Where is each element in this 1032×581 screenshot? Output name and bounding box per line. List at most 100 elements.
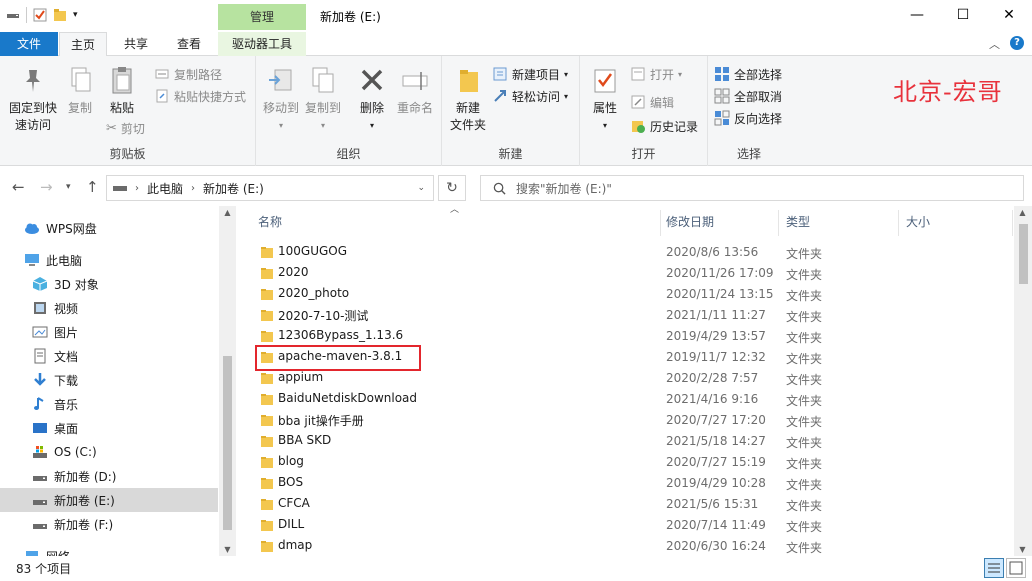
file-name: bba jit操作手册 <box>278 414 364 428</box>
rename-button[interactable]: 重命名 <box>394 64 436 117</box>
file-list-scrollbar-thumb[interactable] <box>1019 224 1028 284</box>
pin-quick-access-button[interactable]: 固定到快 速访问 <box>6 64 60 134</box>
file-row[interactable]: 100GUGOG 2020/8/6 13:56 文件夹 <box>236 242 1014 263</box>
tab-home[interactable]: 主页 <box>59 32 107 57</box>
back-arrow-icon[interactable]: ← <box>12 178 25 196</box>
tab-file[interactable]: 文件 <box>0 32 58 56</box>
scroll-up-icon[interactable]: ▲ <box>1014 208 1031 217</box>
edit-button[interactable]: 编辑 <box>630 92 674 112</box>
easy-access-button[interactable]: 轻松访问 ▾ <box>492 86 568 106</box>
context-tab-manage[interactable]: 管理 <box>218 4 306 30</box>
nav-scrollbar[interactable]: ▲ ▼ <box>219 206 236 556</box>
move-to-button[interactable]: 移动到 ▾ <box>262 64 300 134</box>
group-select: 全部选择 全部取消 反向选择 选择 <box>708 56 790 166</box>
properties-check-icon[interactable] <box>33 8 47 22</box>
maximize-button[interactable]: ☐ <box>940 0 986 30</box>
group-label-new: 新建 <box>498 147 523 161</box>
nav-item-documents[interactable]: 文档 <box>0 344 218 368</box>
breadcrumb-this-pc[interactable]: 此电脑 <box>147 180 183 197</box>
properties-button[interactable]: 属性 ▾ <box>588 64 622 134</box>
copy-button[interactable]: 复制 <box>62 64 98 117</box>
search-input[interactable]: 搜索"新加卷 (E:)" <box>480 175 1024 201</box>
copy-path-button[interactable]: 复制路径 <box>154 64 222 84</box>
nav-item-drive-e[interactable]: 新加卷 (E:) <box>0 488 218 512</box>
select-all-button[interactable]: 全部选择 <box>714 64 782 84</box>
breadcrumb-drive-e[interactable]: 新加卷 (E:) <box>203 180 264 197</box>
invert-selection-button[interactable]: 反向选择 <box>714 108 782 128</box>
file-row[interactable]: 2020-7-10-测试 2021/1/11 11:27 文件夹 <box>236 305 1014 326</box>
file-row[interactable]: 2020 2020/11/26 17:09 文件夹 <box>236 263 1014 284</box>
address-dropdown-icon[interactable]: ⌄ <box>417 183 425 193</box>
open-button[interactable]: 打开 ▾ <box>630 64 682 84</box>
address-bar[interactable]: › 此电脑 › 新加卷 (E:) ⌄ <box>106 175 434 201</box>
refresh-button[interactable]: ↻ <box>438 175 466 201</box>
file-row[interactable]: blog 2020/7/27 15:19 文件夹 <box>236 452 1014 473</box>
nav-item-drive-f[interactable]: 新加卷 (F:) <box>0 512 218 536</box>
tab-view[interactable]: 查看 <box>165 32 213 56</box>
file-list-scrollbar[interactable]: ▲ ▼ <box>1014 206 1032 556</box>
file-row[interactable]: appium 2020/2/28 7:57 文件夹 <box>236 368 1014 389</box>
tab-share[interactable]: 共享 <box>112 32 160 56</box>
file-row[interactable]: BaiduNetdiskDownload 2021/4/16 9:16 文件夹 <box>236 389 1014 410</box>
delete-button[interactable]: 删除 ▾ <box>354 64 390 134</box>
nav-item-this-pc[interactable]: 此电脑 <box>0 248 218 272</box>
file-row[interactable]: bba jit操作手册 2020/7/27 17:20 文件夹 <box>236 410 1014 431</box>
nav-item-desktop[interactable]: 桌面 <box>0 416 218 440</box>
file-row[interactable]: 12306Bypass_1.13.6 2019/4/29 13:57 文件夹 <box>236 326 1014 347</box>
cut-button[interactable]: ✂ 剪切 <box>106 118 145 138</box>
delete-x-icon <box>361 69 383 91</box>
column-header-size[interactable]: 大小 <box>906 206 930 238</box>
drive-icon[interactable] <box>6 8 20 22</box>
close-button[interactable]: ✕ <box>986 0 1032 30</box>
file-row[interactable]: DILL 2020/7/14 11:49 文件夹 <box>236 515 1014 536</box>
new-folder-button[interactable]: 新建 文件夹 <box>448 64 488 134</box>
nav-item-os-c[interactable]: OS (C:) <box>0 440 218 464</box>
column-divider[interactable] <box>898 210 899 236</box>
new-folder-icon[interactable] <box>53 8 67 22</box>
tab-drive-tools[interactable]: 驱动器工具 <box>218 32 306 56</box>
paste-button[interactable]: 粘贴 <box>104 64 140 117</box>
select-none-button[interactable]: 全部取消 <box>714 86 782 106</box>
nav-item-music[interactable]: 音乐 <box>0 392 218 416</box>
nav-item-videos[interactable]: 视频 <box>0 296 218 320</box>
file-date: 2020/11/26 17:09 <box>666 266 774 280</box>
recent-dropdown-icon[interactable]: ▾ <box>66 182 71 192</box>
scroll-down-icon[interactable]: ▼ <box>1014 545 1031 554</box>
column-header-name[interactable]: 名称 <box>258 206 282 238</box>
nav-item-pictures[interactable]: 图片 <box>0 320 218 344</box>
qat-dropdown-icon[interactable]: ▾ <box>73 10 78 20</box>
column-divider[interactable] <box>1012 210 1013 236</box>
folder-icon <box>261 541 273 552</box>
nav-item-3d-objects[interactable]: 3D 对象 <box>0 272 218 296</box>
nav-item-network[interactable]: 网络 <box>0 544 218 556</box>
group-label-organize: 组织 <box>336 147 361 161</box>
paste-shortcut-button[interactable]: 粘贴快捷方式 <box>154 86 246 106</box>
nav-item-drive-d[interactable]: 新加卷 (D:) <box>0 464 218 488</box>
details-view-button[interactable] <box>984 558 1004 578</box>
up-arrow-icon[interactable]: ↑ <box>86 178 99 196</box>
column-header-date[interactable]: 修改日期 <box>666 206 714 238</box>
help-icon[interactable]: ? <box>1010 36 1024 50</box>
file-row[interactable]: CFCA 2021/5/6 15:31 文件夹 <box>236 494 1014 515</box>
scroll-up-icon[interactable]: ▲ <box>219 208 236 217</box>
file-row[interactable]: BOS 2019/4/29 10:28 文件夹 <box>236 473 1014 494</box>
column-header-type[interactable]: 类型 <box>786 206 810 238</box>
ribbon-collapse-icon[interactable]: ︿ <box>989 36 1000 52</box>
file-type: 文件夹 <box>786 457 823 471</box>
nav-item-downloads[interactable]: 下载 <box>0 368 218 392</box>
forward-arrow-icon[interactable]: → <box>40 178 53 196</box>
folder-icon <box>261 310 273 321</box>
column-divider[interactable] <box>778 210 779 236</box>
large-icons-view-button[interactable] <box>1006 558 1026 578</box>
new-item-button[interactable]: 新建项目 ▾ <box>492 64 568 84</box>
nav-item-wps-cloud[interactable]: WPS网盘 <box>0 216 218 240</box>
copy-to-button[interactable]: 复制到 ▾ <box>304 64 342 134</box>
minimize-button[interactable]: — <box>894 0 940 30</box>
file-row[interactable]: BBA SKD 2021/5/18 14:27 文件夹 <box>236 431 1014 452</box>
file-row[interactable]: 2020_photo 2020/11/24 13:15 文件夹 <box>236 284 1014 305</box>
file-row[interactable]: dmap 2020/6/30 16:24 文件夹 <box>236 536 1014 556</box>
history-button[interactable]: 历史记录 <box>630 116 698 136</box>
nav-scrollbar-thumb[interactable] <box>223 356 232 530</box>
column-divider[interactable] <box>660 210 661 236</box>
scroll-down-icon[interactable]: ▼ <box>219 545 236 554</box>
